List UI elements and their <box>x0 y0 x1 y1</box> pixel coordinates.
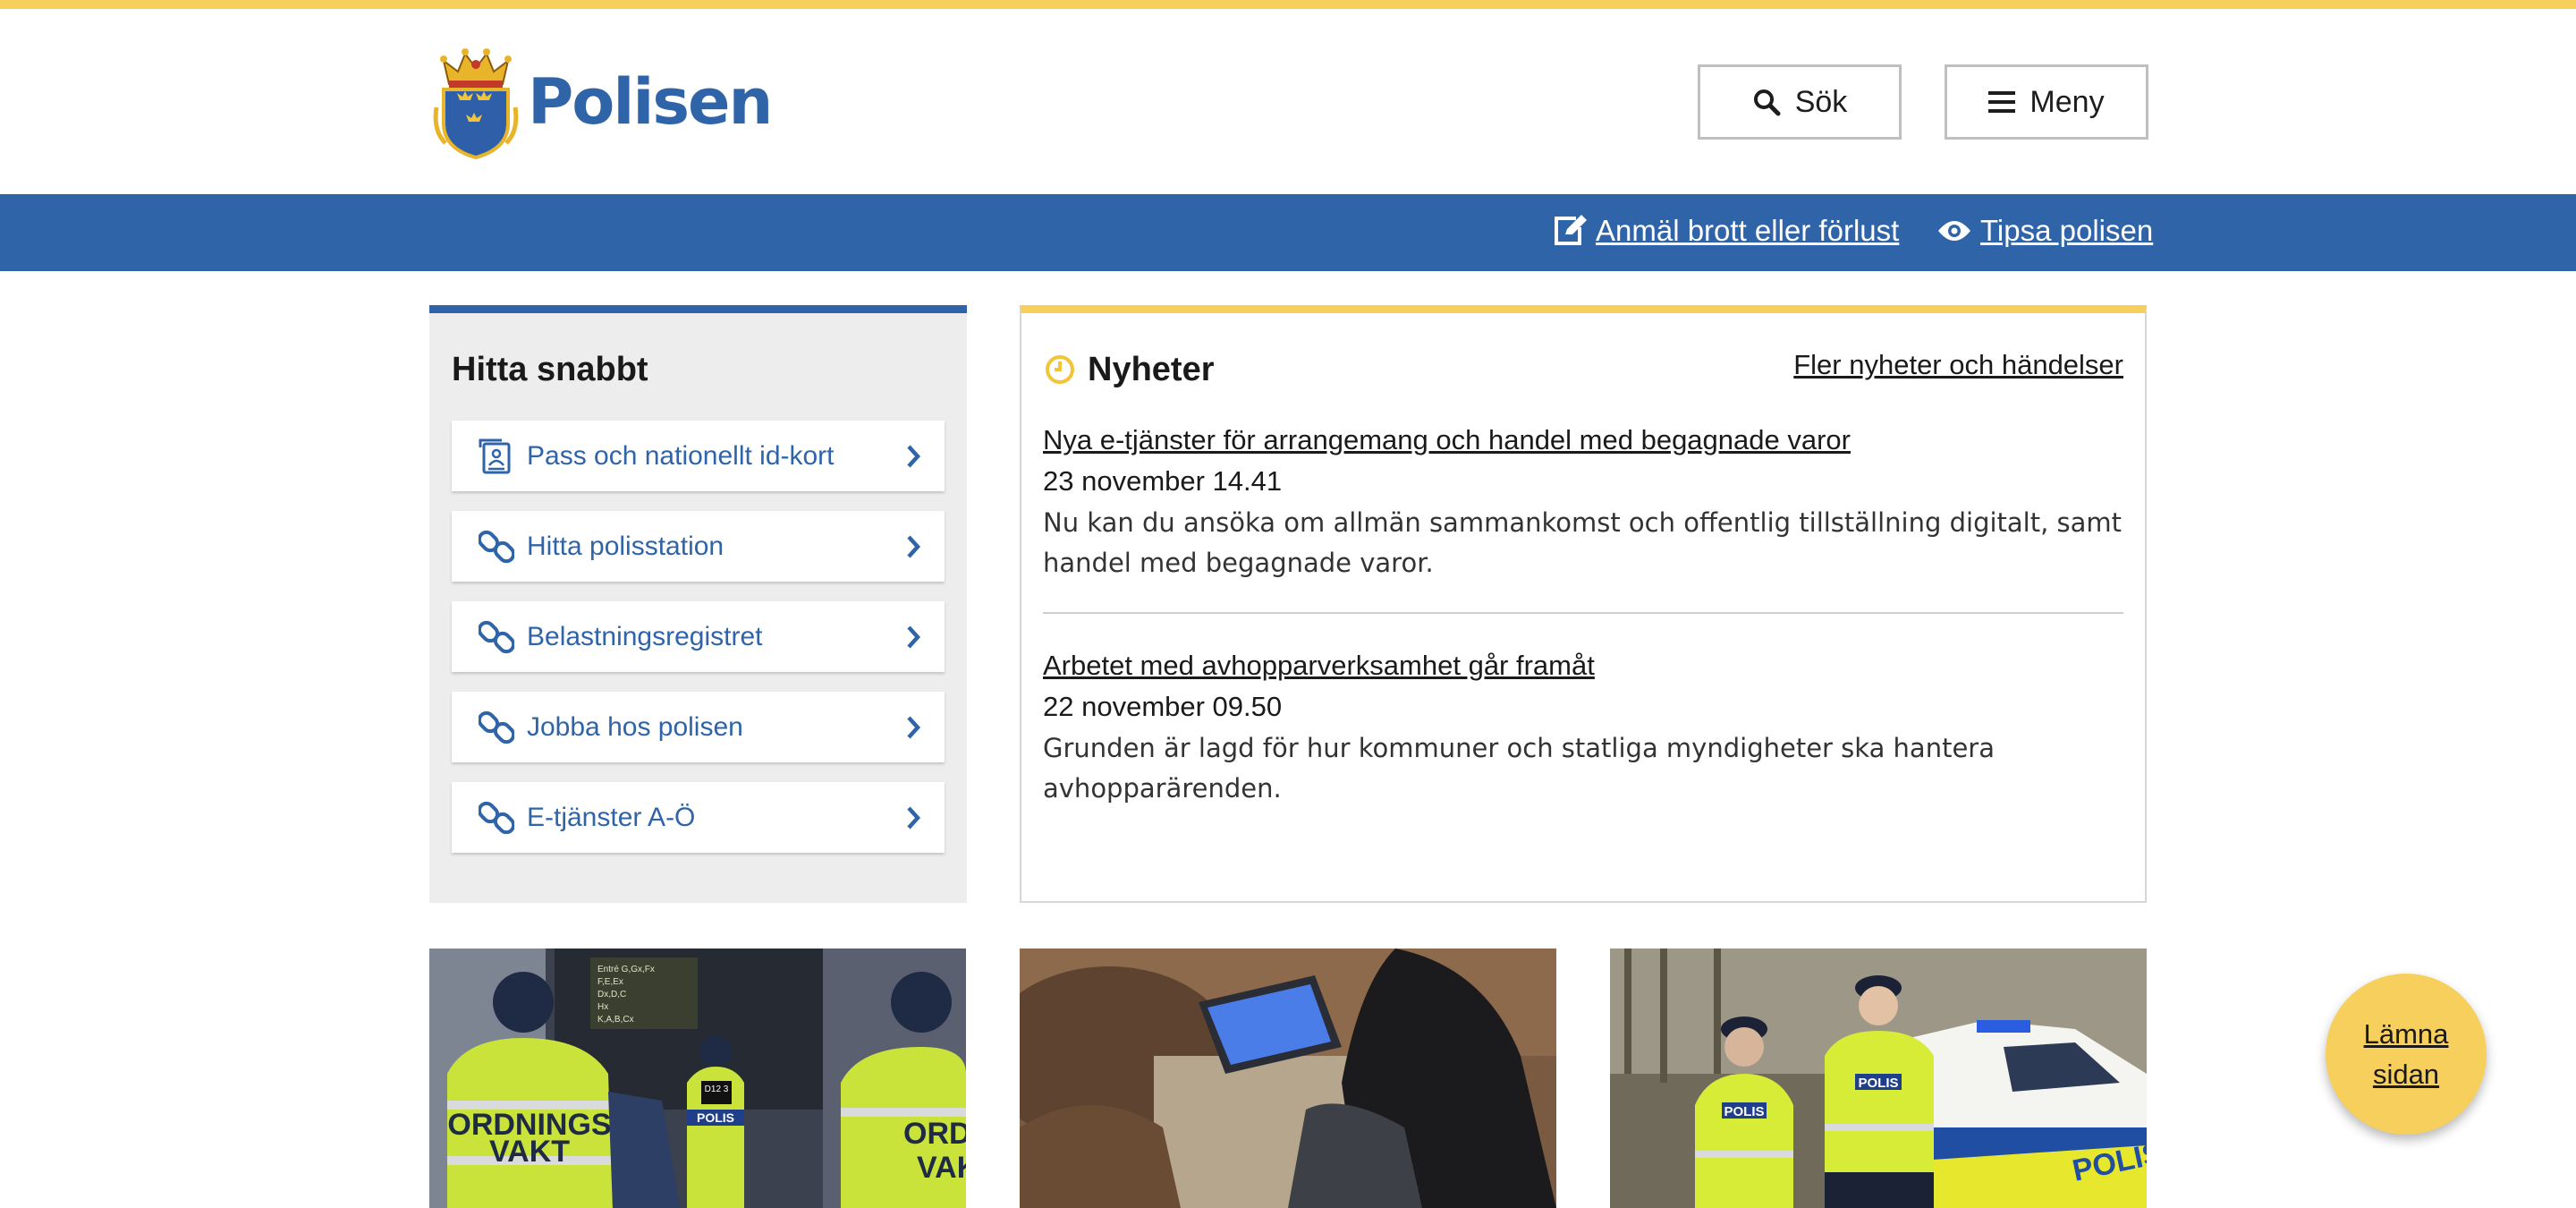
quick-link-passport[interactable]: Pass och nationellt id-kort <box>452 421 945 491</box>
news-article: Arbetet med avhopparverksamhet går framå… <box>1043 646 2123 809</box>
quick-link-label: Pass och nationellt id-kort <box>527 440 835 471</box>
quick-link-label: E-tjänster A-Ö <box>527 802 696 832</box>
top-accent-stripe <box>0 0 2576 9</box>
edit-icon <box>1555 215 1587 245</box>
link-icon <box>479 800 514 836</box>
guards-photo: Entré G,Gx,Fx F,E,Ex Dx,D,C Hx K,A,B,Cx … <box>429 949 966 1208</box>
news-article: Nya e-tjänster för arrangemang och hande… <box>1043 421 2123 583</box>
quick-link-jobs[interactable]: Jobba hos polisen <box>452 692 945 762</box>
quick-link-e-services[interactable]: E-tjänster A-Ö <box>452 782 945 853</box>
vest-text: POLIS <box>697 1110 734 1125</box>
chevron-right-icon <box>907 625 921 649</box>
menu-button-label: Meny <box>2029 84 2105 119</box>
link-icon <box>479 619 514 655</box>
police-emblem-icon <box>433 48 519 159</box>
more-news-link[interactable]: Fler nyheter och händelser <box>1793 349 2123 381</box>
leave-site-label: Lämna sidan <box>2363 1018 2449 1090</box>
news-divider <box>1043 612 2123 614</box>
quick-link-criminal-register[interactable]: Belastningsregistret <box>452 601 945 672</box>
news-title: Nyheter <box>1088 351 1215 388</box>
search-button-label: Sök <box>1794 84 1848 119</box>
service-bar: Anmäl brott eller förlust Tipsa polisen <box>0 194 2576 271</box>
quick-link-label: Hitta polisstation <box>527 531 724 561</box>
quick-link-label: Belastningsregistret <box>527 621 763 651</box>
news-article-title-link[interactable]: Arbetet med avhopparverksamhet går framå… <box>1043 646 2123 685</box>
report-crime-link[interactable]: Anmäl brott eller förlust <box>1553 214 1899 248</box>
hamburger-icon <box>1988 91 2016 113</box>
vest-text: ORDNI <box>903 1117 966 1151</box>
news-article-date: 23 november 14.41 <box>1043 465 1283 497</box>
chevron-right-icon <box>907 715 921 739</box>
news-article-title-link[interactable]: Nya e-tjänster för arrangemang och hande… <box>1043 421 2123 460</box>
svg-text:Dx,D,C: Dx,D,C <box>597 990 626 1000</box>
card-image-guards[interactable]: Entré G,Gx,Fx F,E,Ex Dx,D,C Hx K,A,B,Cx … <box>429 949 966 1208</box>
eye-icon <box>1938 221 1970 241</box>
chevron-right-icon <box>907 805 921 829</box>
svg-text:Entré G,Gx,Fx: Entré G,Gx,Fx <box>597 965 655 974</box>
svg-text:K,A,B,Cx: K,A,B,Cx <box>597 1015 634 1025</box>
link-icon <box>479 529 514 565</box>
vest-text: POLIS <box>1724 1104 1764 1119</box>
search-icon <box>1753 89 1781 116</box>
news-article-date: 22 november 09.50 <box>1043 691 1283 722</box>
card-image-laptop[interactable] <box>1020 949 1556 1208</box>
quick-link-label: Jobba hos polisen <box>527 711 743 742</box>
news-article-summary: Grunden är lagd för hur kommuner och sta… <box>1043 733 1995 804</box>
police-officers-photo: POLIS POLIS POLIS <box>1610 949 2147 1208</box>
quick-find-panel: Hitta snabbt Pass och nationellt id-kort… <box>429 305 967 903</box>
chevron-right-icon <box>907 534 921 558</box>
site-header: Polisen Sök Meny <box>0 9 2576 194</box>
quick-find-title: Hitta snabbt <box>452 351 648 388</box>
tip-police-link[interactable]: Tipsa polisen <box>1937 214 2153 248</box>
svg-text:F,E,Ex: F,E,Ex <box>597 977 623 987</box>
report-crime-label: Anmäl brott eller förlust <box>1596 214 1900 247</box>
news-panel: Nyheter Fler nyheter och händelser Nya e… <box>1020 305 2147 903</box>
leave-site-button[interactable]: Lämna sidan <box>2326 974 2487 1135</box>
menu-button[interactable]: Meny <box>1945 64 2148 140</box>
vest-text: POLIS <box>1858 1076 1898 1091</box>
vest-badge: D12 3 <box>705 1085 729 1094</box>
id-card-icon <box>479 438 514 474</box>
chevron-right-icon <box>907 444 921 468</box>
logo-text: Polisen <box>528 65 773 139</box>
link-icon <box>479 710 514 745</box>
tip-police-label: Tipsa polisen <box>1980 214 2154 247</box>
svg-text:Hx: Hx <box>597 1002 608 1012</box>
news-article-summary: Nu kan du ansöka om allmän sammankomst o… <box>1043 507 2123 578</box>
quick-link-police-station[interactable]: Hitta polisstation <box>452 511 945 582</box>
card-image-police-officers[interactable]: POLIS POLIS POLIS <box>1610 949 2147 1208</box>
vest-text: VAKT <box>489 1135 570 1169</box>
clock-icon <box>1046 355 1074 384</box>
vest-text: VAK <box>917 1151 966 1185</box>
laptop-photo <box>1020 949 1556 1208</box>
polisen-logo-link[interactable]: Polisen <box>433 45 773 159</box>
search-button[interactable]: Sök <box>1698 64 1902 140</box>
